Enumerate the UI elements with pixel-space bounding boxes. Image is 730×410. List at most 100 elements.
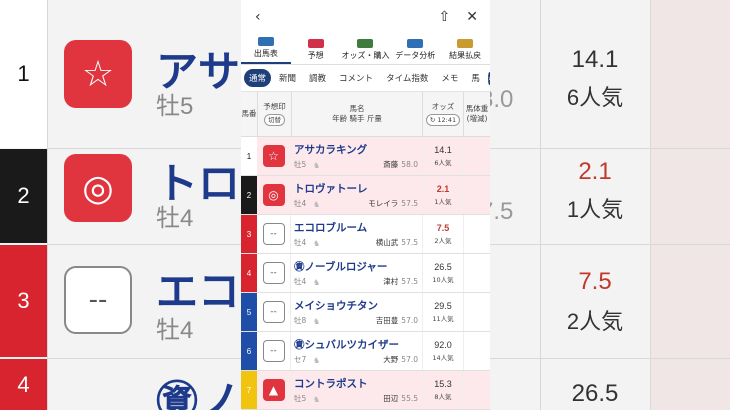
carried-weight: 57.5 — [401, 199, 418, 208]
odds-value: 2.1 — [436, 184, 450, 194]
header-name-line1: 馬名 — [349, 104, 365, 113]
nav-item-4[interactable]: 結果払戻 — [440, 34, 490, 64]
horse-row[interactable]: 5 -- メイショウチタン 牡8 ♞ 吉田豊 57.0 29.5 11人気 — [241, 293, 490, 332]
nav-item-1[interactable]: 予想 — [291, 34, 341, 64]
horse-age: 牡4 — [294, 199, 307, 208]
jockey-name[interactable]: 吉田豊 — [376, 316, 399, 325]
table-header: 馬番 予想印 切替 馬名 年齢 騎手 斤量 オッズ ↻ 12:41 馬体重 (増… — [241, 92, 490, 137]
horse-name-link[interactable]: ㊮シュバルツカイザー — [294, 337, 399, 352]
odds-cell: 2.1 1人気 — [423, 176, 464, 214]
background-odds-4: 26.5 — [571, 380, 619, 407]
carried-weight: 57.0 — [401, 316, 418, 325]
nav-item-2[interactable]: オッズ・購入 — [341, 34, 391, 64]
background-odds-3: 7.5 — [578, 268, 612, 295]
name-cell: エコロブルーム 牡4 ♞ 横山武 57.5 — [291, 215, 423, 253]
prediction-mark-button[interactable]: -- — [262, 340, 285, 362]
jockey-name[interactable]: 田辺 — [383, 394, 398, 403]
subtab-1[interactable]: 新聞 — [274, 69, 301, 87]
background-odds-1: 14.1 — [571, 46, 619, 73]
horse-name-link[interactable]: メイショウチタン — [294, 298, 378, 313]
prediction-mark-button[interactable]: -- — [262, 262, 285, 284]
jockey-name[interactable]: 斎藤 — [383, 160, 398, 169]
header-name-line2: 年齢 騎手 斤量 — [332, 114, 382, 123]
jockey-info: 吉田豊 57.0 — [376, 315, 418, 326]
popularity: 14人気 — [432, 354, 454, 362]
gate-number: 2 — [241, 176, 257, 214]
horse-name-link[interactable]: アサカラキング — [294, 142, 367, 157]
target-icon — [307, 39, 324, 48]
horse-age: セ7 — [294, 355, 307, 364]
horse-row[interactable]: 7 ▲ コントラポスト 牡5 ♞ 田辺 55.5 15.3 8人気 — [241, 371, 490, 410]
jockey-name[interactable]: 大野 — [383, 355, 398, 364]
header-mark: 予想印 切替 — [258, 92, 292, 136]
horse-name-link[interactable]: トロヴァトーレ — [294, 181, 368, 196]
table-icon — [257, 37, 274, 46]
horse-row[interactable]: 3 -- エコロブルーム 牡4 ♞ 横山武 57.5 7.5 2人気 — [241, 215, 490, 254]
name-cell: ㊮ノーブルロジャー 牡4 ♞ 津村 57.5 — [291, 254, 423, 292]
popularity: 1人気 — [434, 198, 452, 206]
prediction-mark-button[interactable]: -- — [262, 301, 285, 323]
horse-icon: ♞ — [313, 317, 321, 326]
carried-weight: 57.5 — [401, 277, 418, 286]
horse-row[interactable]: 4 -- ㊮ノーブルロジャー 牡4 ♞ 津村 57.5 26.5 10人気 — [241, 254, 490, 293]
gate-number: 4 — [241, 254, 257, 292]
gate-number: 1 — [241, 137, 257, 175]
prediction-mark-button[interactable]: -- — [262, 223, 285, 245]
background-mark-1: ☆ — [64, 40, 132, 108]
popularity: 10人気 — [432, 276, 454, 284]
odds-refresh-button[interactable]: ↻ 12:41 — [425, 114, 461, 126]
background-right-panel — [650, 0, 730, 410]
subtab-3[interactable]: コメント — [334, 69, 378, 87]
browser-topbar: ‹ ⇧ ✕ — [241, 0, 490, 34]
horse-name-link[interactable]: コントラポスト — [294, 376, 368, 391]
horse-age: 牡4 — [294, 277, 307, 286]
background-pop-2: 1人気 — [566, 197, 624, 222]
prediction-mark-button[interactable]: ▲ — [262, 379, 285, 401]
jockey-name[interactable]: 横山武 — [376, 238, 399, 247]
back-chevron-icon[interactable]: ‹ — [255, 9, 261, 25]
mark-cell: ☆ — [257, 137, 291, 175]
gate-number: 3 — [241, 215, 257, 253]
background-horse-sub-3: 牡4 — [156, 317, 194, 344]
mark-toggle-button[interactable]: 切替 — [264, 114, 285, 126]
horse-icon: ♞ — [313, 239, 321, 248]
close-icon[interactable]: ✕ — [466, 9, 478, 25]
mark-cell: -- — [257, 293, 291, 331]
subtab-4[interactable]: タイム指数 — [381, 69, 433, 87]
background-mark-3: -- — [64, 266, 132, 334]
horse-row[interactable]: 1 ☆ アサカラキング 牡5 ♞ 斎藤 58.0 14.1 6人気 — [241, 137, 490, 176]
header-weight-line2: (増減) — [466, 114, 488, 123]
nav-item-3[interactable]: データ分析 — [390, 34, 440, 64]
name-cell: アサカラキング 牡5 ♞ 斎藤 58.0 — [291, 137, 423, 175]
horse-row[interactable]: 6 -- ㊮シュバルツカイザー セ7 ♞ 大野 57.0 92.0 14人気 — [241, 332, 490, 371]
horse-name-link[interactable]: ㊮ノーブルロジャー — [294, 259, 387, 274]
subtab-5[interactable]: メモ — [436, 69, 463, 87]
header-weight: 馬体重 (増減) — [464, 92, 490, 136]
jockey-info: 斎藤 58.0 — [383, 159, 418, 170]
carried-weight: 57.5 — [401, 238, 418, 247]
jockey-name[interactable]: 津村 — [383, 277, 398, 286]
prediction-mark-button[interactable]: ◎ — [262, 184, 285, 206]
odds-value: 15.3 — [434, 379, 452, 389]
odds-value: 14.1 — [434, 145, 452, 155]
subtab-0[interactable]: 通常 — [244, 69, 272, 87]
background-gate-1: 1 — [0, 0, 47, 148]
subtab-6[interactable]: 馬 — [466, 69, 485, 87]
subtab-2[interactable]: 調教 — [304, 69, 331, 87]
mark-cell: -- — [257, 332, 291, 370]
prediction-mark-button[interactable]: ☆ — [262, 145, 285, 167]
mark-cell: ◎ — [257, 176, 291, 214]
background-pop-3: 2人気 — [566, 309, 624, 334]
horse-name-link[interactable]: エコロブルーム — [294, 220, 367, 235]
odds-cell: 26.5 10人気 — [423, 254, 464, 292]
jockey-name[interactable]: モレイラ — [368, 199, 398, 208]
nav-item-0[interactable]: 出馬表 — [241, 34, 291, 64]
popularity: 8人気 — [434, 393, 452, 401]
subtab-next-icon[interactable]: › — [487, 71, 490, 85]
body-weight-cell — [464, 215, 490, 253]
name-cell: ㊮シュバルツカイザー セ7 ♞ 大野 57.0 — [291, 332, 423, 370]
horse-icon: ♞ — [313, 356, 321, 365]
share-icon[interactable]: ⇧ — [439, 9, 451, 25]
background-gate-4: 4 — [0, 359, 47, 410]
horse-row[interactable]: 2 ◎ トロヴァトーレ 牡4 ♞ モレイラ 57.5 2.1 1人気 — [241, 176, 490, 215]
